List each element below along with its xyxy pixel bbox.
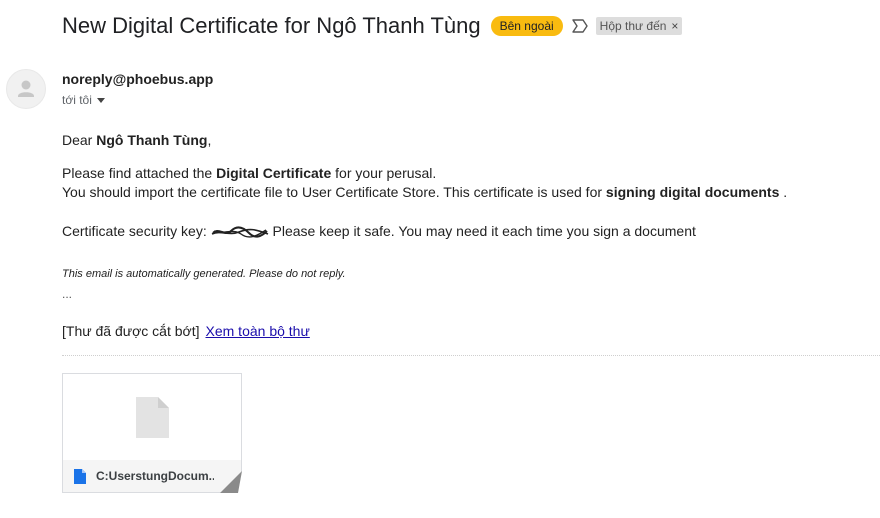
file-type-icon [74,468,86,484]
subject-row: New Digital Certificate for Ngô Thanh Tù… [62,13,683,39]
auto-generated-note: This email is automatically generated. P… [62,268,346,280]
line2-bold: signing digital documents [605,184,780,200]
line2-prefix: You should import the certificate file t… [62,184,606,200]
line1-suffix: for your perusal. [331,165,437,181]
clipped-message-text: [Thư đã được cắt bớt] [62,323,200,339]
greeting-line: Dear Ngô Thanh Tùng, [62,131,211,150]
redacted-key-scribble [211,226,268,238]
import-line: You should import the certificate file t… [62,183,787,202]
attachment-file-name: C:UserstungDocum... [96,469,214,483]
key-prefix: Certificate security key: [62,223,211,239]
recipient-details-dropdown-icon[interactable] [96,97,105,103]
external-badge: Bên ngoài [490,16,563,36]
line1-prefix: Please find attached the [62,165,217,181]
sender-avatar[interactable] [6,69,46,109]
attachment-card[interactable]: C:UserstungDocum... [62,373,242,493]
key-suffix: Please keep it safe. You may need it eac… [268,223,696,239]
inbox-label-text: Hộp thư đến [599,19,667,33]
greeting-prefix: Dear [62,132,97,148]
sender-email[interactable]: noreply@phoebus.app [62,71,213,87]
recipient-row[interactable]: tới tôi [62,93,105,107]
greeting-name: Ngô Thanh Tùng [96,132,208,148]
quoted-text-ellipsis[interactable]: ... [62,287,72,301]
document-placeholder-icon [136,397,169,438]
recipient-text: tới tôi [62,93,92,107]
clipped-message-row: [Thư đã được cắt bớt] Xem toàn bộ thư [62,323,310,339]
remove-label-button[interactable]: × [671,19,678,33]
attachment-divider [62,355,880,356]
importance-marker-icon[interactable] [571,19,588,33]
line1-bold: Digital Certificate [216,165,332,181]
person-icon [18,80,34,97]
attachment-preview[interactable] [63,374,241,460]
inbox-label-chip: Hộp thư đến × [595,17,683,35]
page-curl-icon [220,471,242,493]
attachment-footer[interactable]: C:UserstungDocum... [63,460,241,492]
view-full-message-link[interactable]: Xem toàn bộ thư [206,323,310,339]
security-key-line: Certificate security key: Please keep it… [62,222,696,241]
line2-suffix: . [779,184,788,200]
greeting-suffix: , [207,132,212,148]
attached-line: Please find attached the Digital Certifi… [62,164,436,183]
email-subject: New Digital Certificate for Ngô Thanh Tù… [62,13,481,38]
